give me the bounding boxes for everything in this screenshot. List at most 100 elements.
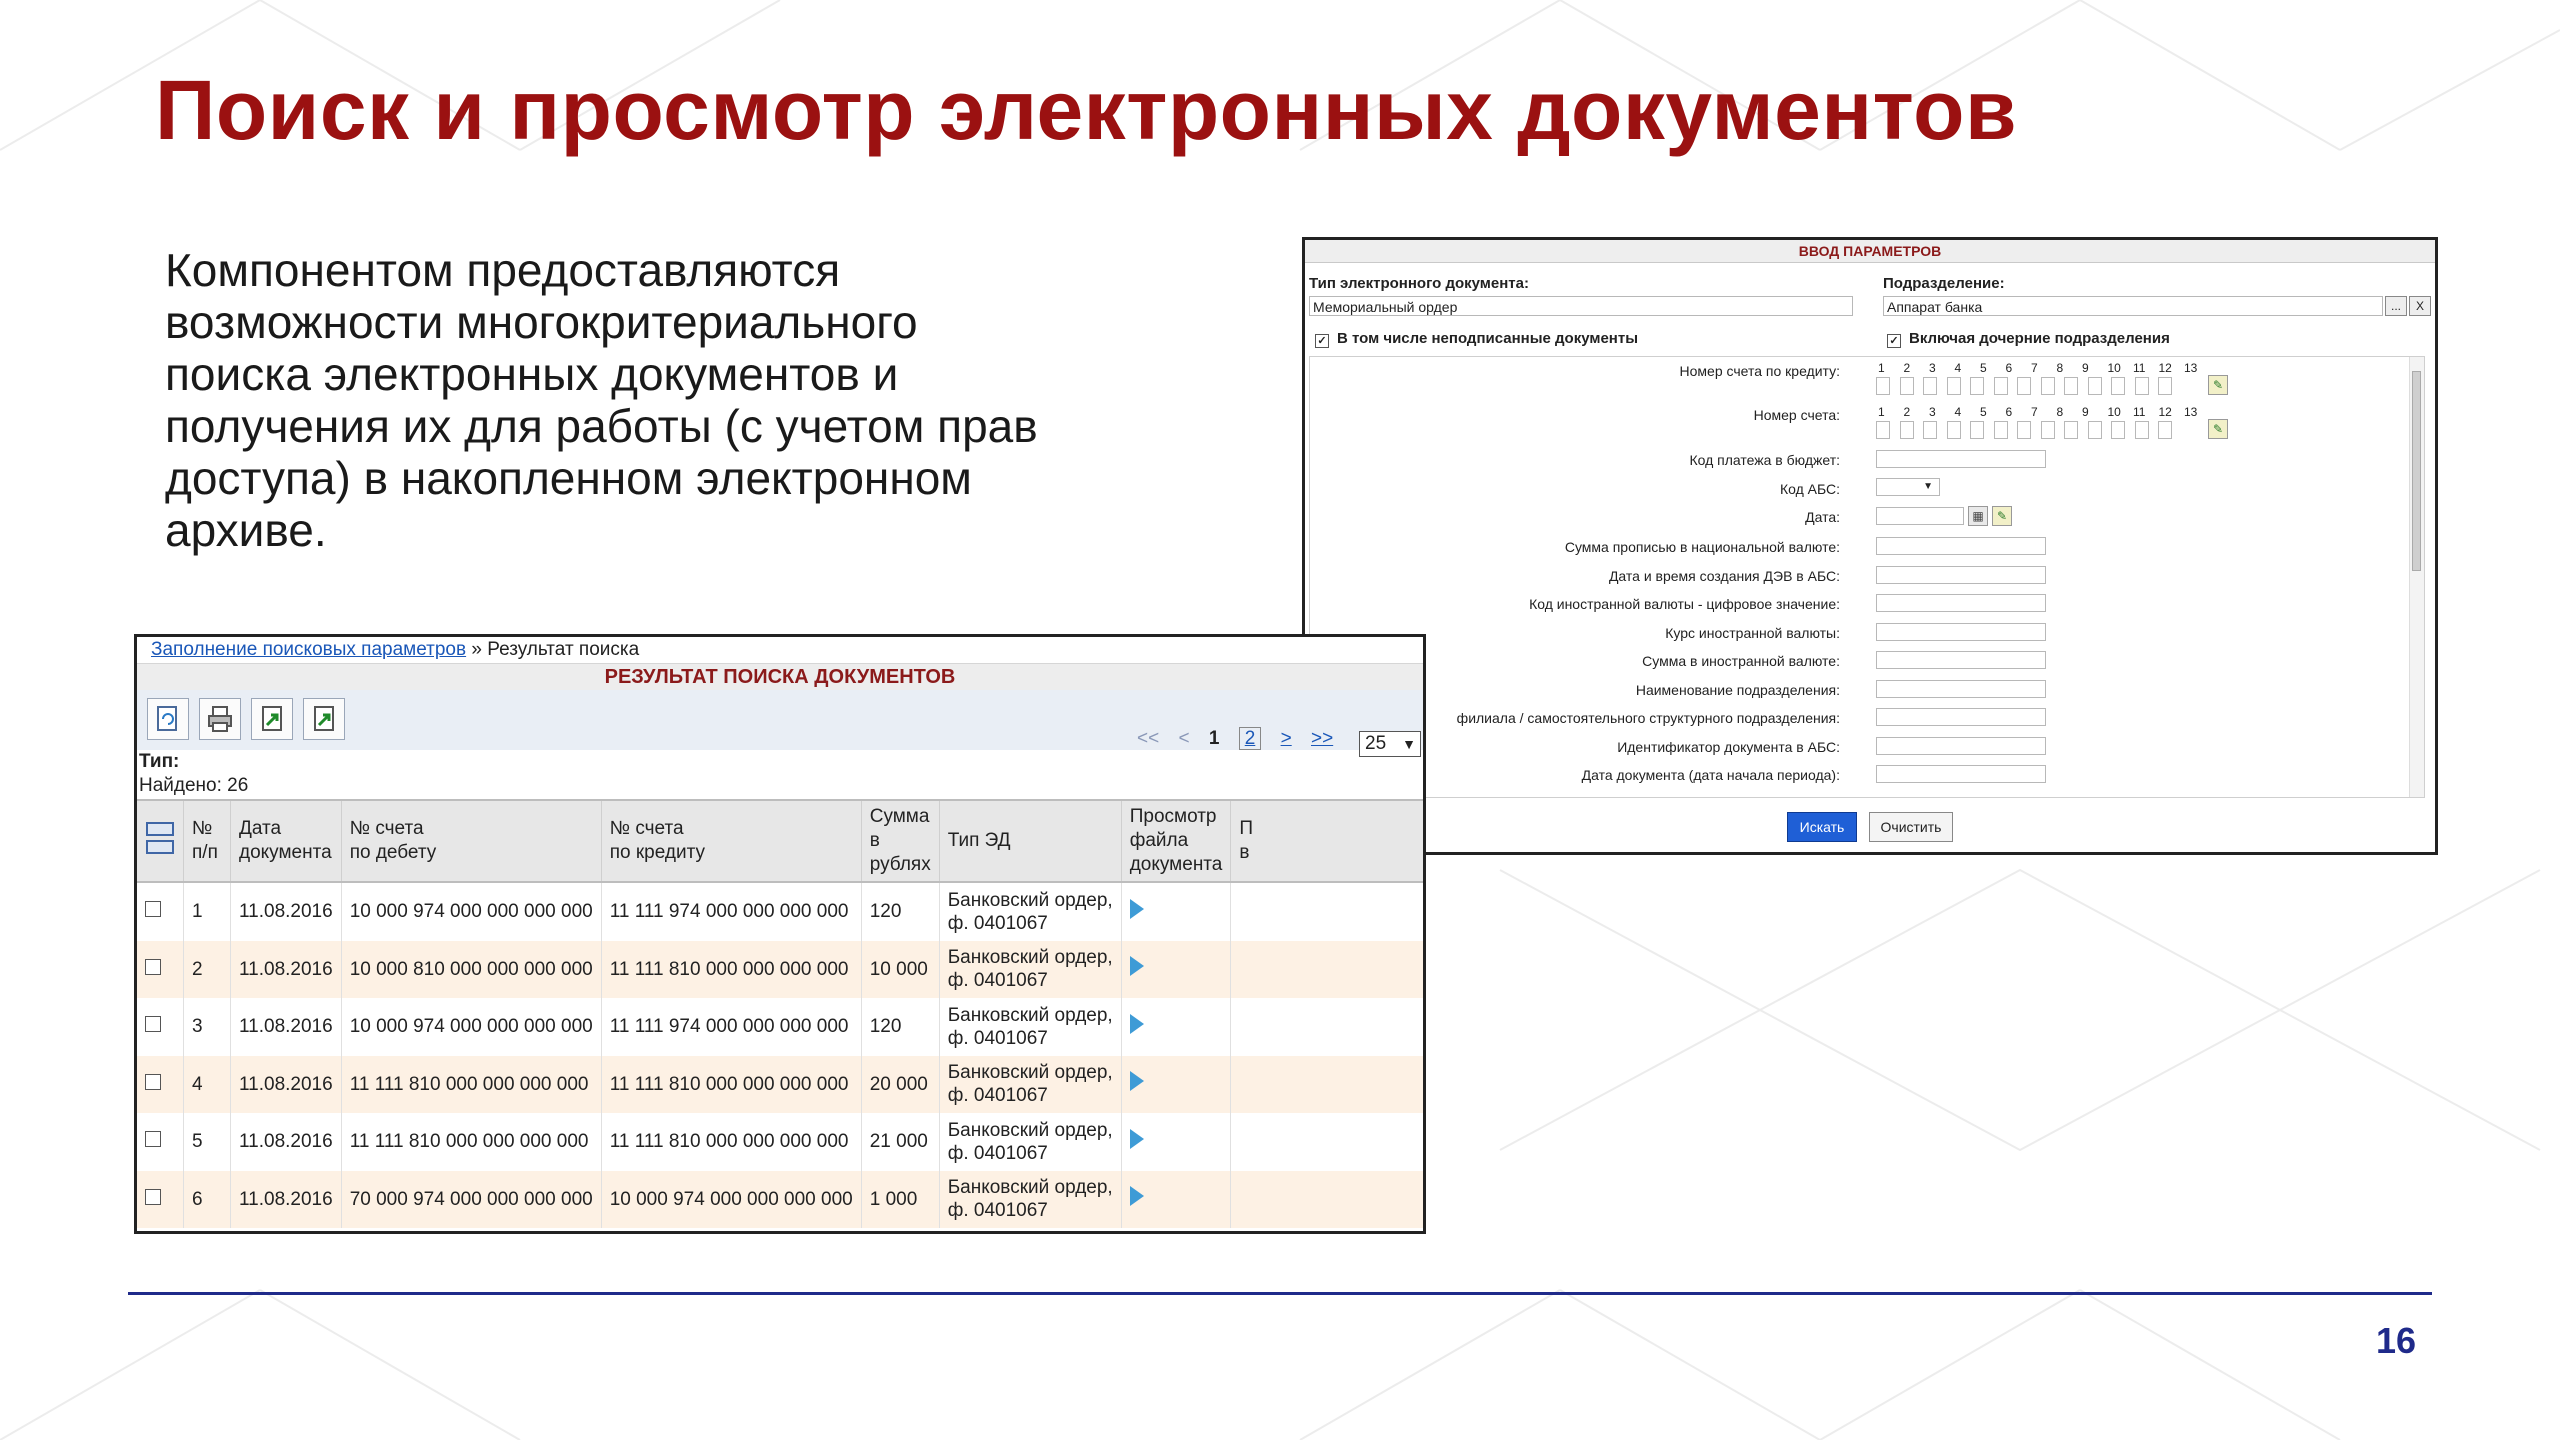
field-label: Сумма прописью в национальной валюте:: [1564, 539, 1840, 555]
pager-page-2[interactable]: 2: [1238, 727, 1262, 750]
view-file-icon[interactable]: [1129, 1186, 1144, 1207]
view-file-icon[interactable]: [1129, 898, 1144, 919]
division-clear-button[interactable]: X: [2409, 296, 2431, 316]
row-debit: 70 000 974 000 000 000 000: [341, 1170, 602, 1228]
row-debit: 10 000 974 000 000 000 000: [341, 882, 602, 941]
view-file-icon[interactable]: [1129, 956, 1144, 977]
credit-account-cells[interactable]: [1876, 377, 2182, 398]
unsigned-docs-checkbox[interactable]: ✓ В том числе неподписанные документы: [1315, 330, 1638, 348]
child-divisions-label: Включая дочерние подразделения: [1909, 330, 2170, 347]
row-type: Банковский ордер, ф. 0401067: [939, 1170, 1122, 1228]
column-header: Тип ЭД: [939, 799, 1122, 883]
row-type: Банковский ордер, ф. 0401067: [939, 1113, 1122, 1171]
date-input[interactable]: [1876, 507, 1964, 525]
results-window: Заполнение поисковых параметров » Резуль…: [134, 634, 1426, 1234]
row-date: 11.08.2016: [230, 998, 342, 1056]
row-debit: 11 111 810 000 000 000 000: [341, 1113, 602, 1171]
credit-account-digits: 1 2 3 4 5 6 7 8 9 10 11 12 13: [1878, 361, 2198, 375]
pager-first[interactable]: <<: [1137, 728, 1159, 749]
row-checkbox[interactable]: [145, 958, 161, 975]
pagination: << < 1 2 > >>: [1137, 727, 1347, 750]
view-file-icon[interactable]: [1129, 1071, 1144, 1092]
division-lookup-button[interactable]: ...: [2385, 296, 2407, 316]
column-header: № п/п: [183, 799, 231, 883]
row-number: 2: [183, 940, 231, 998]
row-sum: 10 000: [861, 940, 940, 998]
slide-title: Поиск и просмотр электронных документов: [155, 63, 2018, 157]
row-number: 5: [183, 1113, 231, 1171]
row-credit: 11 111 974 000 000 000 000: [601, 998, 862, 1056]
export-button[interactable]: [251, 698, 293, 740]
export-all-button[interactable]: [303, 698, 345, 740]
field-input[interactable]: [1876, 680, 2046, 698]
row-sum: 1 000: [861, 1170, 940, 1228]
column-header: № счета по кредиту: [601, 799, 862, 883]
select-all-header[interactable]: [137, 799, 184, 883]
search-button[interactable]: Искать: [1787, 812, 1857, 842]
calendar-icon[interactable]: ▦: [1968, 506, 1988, 526]
row-credit: 11 111 810 000 000 000 000: [601, 1055, 862, 1113]
doc-type-field[interactable]: Мемориальный ордер: [1309, 296, 1853, 316]
unsigned-docs-label: В том числе неподписанные документы: [1337, 330, 1639, 347]
row-number: 1: [183, 882, 231, 941]
date-label: Дата:: [1805, 509, 1840, 525]
refresh-doc-icon: [157, 706, 177, 731]
row-checkbox[interactable]: [145, 1073, 161, 1090]
row-debit: 10 000 810 000 000 000 000: [341, 940, 602, 998]
page-number: 16: [2375, 1320, 2416, 1361]
row-checkbox[interactable]: [145, 1131, 161, 1148]
field-input[interactable]: [1876, 623, 2046, 641]
child-divisions-checkbox[interactable]: ✓ Включая дочерние подразделения: [1887, 330, 2170, 348]
row-checkbox[interactable]: [145, 1188, 161, 1205]
results-title: РЕЗУЛЬТАТ ПОИСКА ДОКУМЕНТОВ: [137, 663, 1423, 691]
scrollbar-thumb[interactable]: [2412, 371, 2421, 571]
field-input[interactable]: [1876, 765, 2046, 783]
edit-icon[interactable]: ✎: [1992, 506, 2012, 526]
footer-rule: [128, 1292, 2432, 1295]
table-row: 4 11.08.2016 11 111 810 000 000 000 000 …: [137, 1055, 1423, 1113]
row-type: Банковский ордер, ф. 0401067: [939, 1055, 1122, 1113]
account-cells[interactable]: [1876, 421, 2182, 442]
edit-icon[interactable]: ✎: [2208, 419, 2228, 439]
table-row: 3 11.08.2016 10 000 974 000 000 000 000 …: [137, 998, 1423, 1056]
account-label: Номер счета:: [1753, 407, 1840, 423]
export-doc-icon: [262, 706, 282, 731]
budget-code-label: Код платежа в бюджет:: [1689, 452, 1840, 468]
field-input[interactable]: [1876, 708, 2046, 726]
edit-icon[interactable]: ✎: [2208, 375, 2228, 395]
row-number: 4: [183, 1055, 231, 1113]
row-checkbox[interactable]: [145, 901, 161, 918]
field-input[interactable]: [1876, 566, 2046, 584]
field-input[interactable]: [1876, 651, 2046, 669]
breadcrumb-current: Результат поиска: [487, 639, 640, 660]
column-header: Сумма в рублях: [861, 799, 940, 883]
row-sum: 21 000: [861, 1113, 940, 1171]
abs-code-select[interactable]: ▼: [1876, 478, 1940, 496]
row-type: Банковский ордер, ф. 0401067: [939, 940, 1122, 998]
page-size-value: 25: [1365, 733, 1387, 754]
pager-prev[interactable]: <: [1178, 728, 1189, 749]
params-scrollbar[interactable]: [2409, 357, 2424, 797]
breadcrumb-link[interactable]: Заполнение поисковых параметров: [151, 639, 466, 660]
field-input[interactable]: [1876, 737, 2046, 755]
column-header: П в: [1230, 799, 1423, 883]
column-header: Просмотр файла документа: [1121, 799, 1232, 883]
print-button[interactable]: [199, 698, 241, 740]
row-checkbox[interactable]: [145, 1016, 161, 1033]
refresh-doc-button[interactable]: [147, 698, 189, 740]
view-file-icon[interactable]: [1129, 1128, 1144, 1149]
clear-button[interactable]: Очистить: [1869, 812, 1953, 842]
view-file-icon[interactable]: [1129, 1013, 1144, 1034]
field-input[interactable]: [1876, 594, 2046, 612]
row-sum: 20 000: [861, 1055, 940, 1113]
budget-code-input[interactable]: [1876, 450, 2046, 468]
page-size-select[interactable]: 25 ▼: [1359, 731, 1421, 757]
column-header: № счета по дебету: [341, 799, 602, 883]
printer-icon: [208, 706, 232, 732]
pager-next[interactable]: >: [1281, 728, 1292, 749]
division-field[interactable]: Аппарат банка: [1883, 296, 2383, 316]
pager-last[interactable]: >>: [1311, 728, 1333, 749]
table-row: 6 11.08.2016 70 000 974 000 000 000 000 …: [137, 1170, 1423, 1228]
row-date: 11.08.2016: [230, 1055, 342, 1113]
field-input[interactable]: [1876, 537, 2046, 555]
